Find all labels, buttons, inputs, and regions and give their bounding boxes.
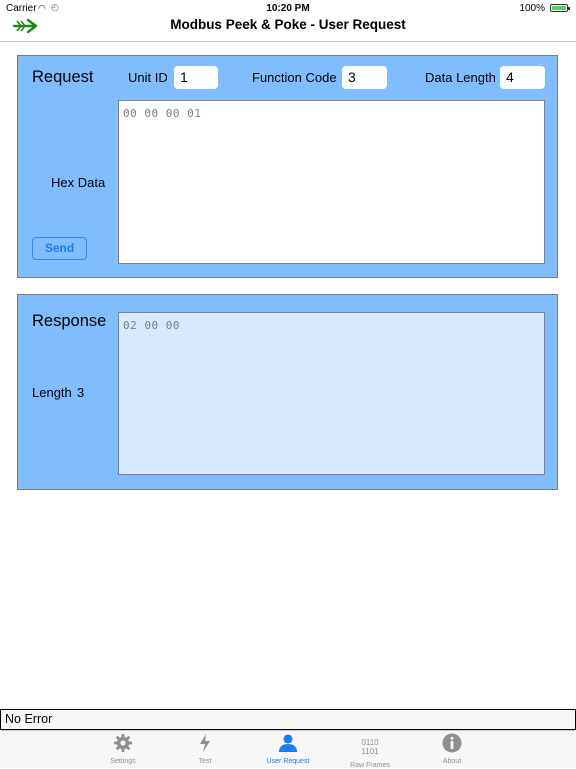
- clock: 10:20 PM: [266, 3, 310, 14]
- request-heading: Request: [32, 68, 94, 86]
- person-icon: [279, 734, 297, 752]
- tab-raw-frames[interactable]: 0110 1101 Raw Frames: [340, 731, 400, 769]
- response-length-value: 3: [77, 385, 85, 400]
- status-message: No Error: [0, 709, 576, 730]
- unit-id-field[interactable]: 1: [174, 66, 218, 89]
- battery-percent: 100%: [519, 3, 545, 14]
- tab-bar: Settings Test User Request 0110 1101 Raw…: [0, 730, 576, 769]
- function-code-field[interactable]: 3: [342, 66, 387, 89]
- binary-icon: 0110 1101: [361, 738, 379, 756]
- tab-settings[interactable]: Settings: [93, 731, 153, 769]
- data-length-label: Data Length: [425, 70, 496, 85]
- response-heading: Response: [32, 312, 107, 330]
- tab-test-label: Test: [198, 758, 212, 765]
- nav-bar: Modbus Peek & Poke - User Request: [0, 16, 576, 42]
- send-button[interactable]: Send: [32, 237, 87, 260]
- tab-settings-label: Settings: [110, 758, 136, 765]
- data-length-field[interactable]: 4: [500, 66, 545, 89]
- battery-icon: [550, 4, 570, 12]
- tab-about-label: About: [442, 758, 462, 765]
- info-icon: [442, 733, 462, 753]
- lightning-icon: [200, 734, 210, 752]
- hex-data-input[interactable]: 00 00 00 01: [118, 100, 545, 264]
- response-panel: Response Length 3 02 00 00: [17, 294, 558, 490]
- status-bar: Carrier ◠ ◴ 10:20 PM 100%: [0, 0, 576, 16]
- function-code-label: Function Code: [252, 70, 337, 85]
- tab-user-request[interactable]: User Request: [258, 731, 318, 769]
- page-title: Modbus Peek & Poke - User Request: [170, 17, 406, 32]
- unit-id-label: Unit ID: [128, 70, 168, 85]
- request-panel: Request Unit ID 1 Function Code 3 Data L…: [17, 55, 558, 278]
- response-length-label: Length: [32, 385, 72, 400]
- gear-icon: [114, 734, 132, 752]
- hex-data-label: Hex Data: [51, 175, 106, 190]
- tab-user-request-label: User Request: [266, 758, 310, 765]
- tab-test[interactable]: Test: [175, 731, 235, 769]
- tab-about[interactable]: About: [422, 731, 482, 769]
- response-data-area: 02 00 00: [118, 312, 545, 475]
